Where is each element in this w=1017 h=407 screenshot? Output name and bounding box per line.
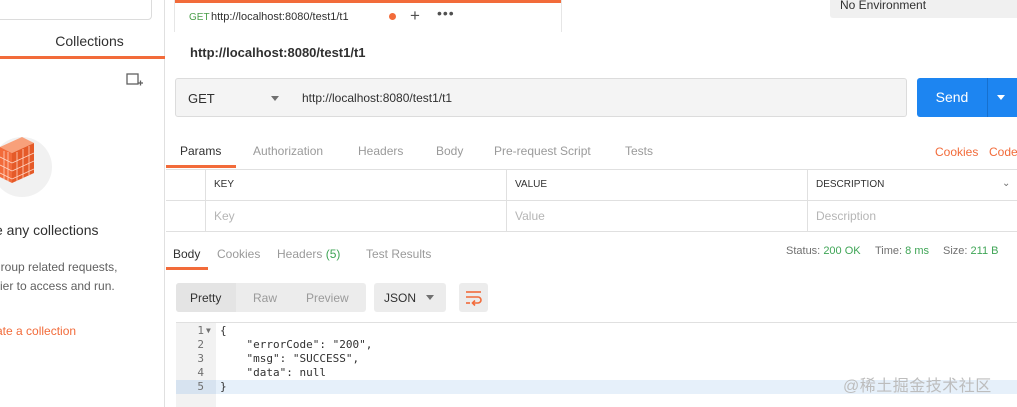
line-number: 5 [176,380,216,394]
status-value: 200 OK [823,245,861,257]
response-tab-headers[interactable]: Headers (5) [277,247,340,261]
response-size: Size: 211 B [943,245,998,257]
line-number: 1 [197,324,204,337]
tab-prerequest-script[interactable]: Pre-request Script [494,144,591,158]
tab-authorization[interactable]: Authorization [253,144,323,158]
chevron-down-icon [271,96,279,101]
empty-desc-line-2: sier to access and run. [0,279,115,293]
line-number: 2 [197,338,204,351]
params-key-header: KEY [206,170,507,201]
chevron-down-icon [997,95,1005,100]
empty-collections-illustration-icon [0,137,52,197]
chevron-down-icon [426,295,434,300]
status-label: Status: [786,245,821,257]
view-pretty-button[interactable]: Pretty [190,291,221,305]
tab-params-underline [166,165,236,168]
response-status: Status: 200 OK [786,245,861,257]
empty-desc-line-1: group related requests, [0,260,118,274]
code-text: } [220,380,227,393]
response-tab-test-results[interactable]: Test Results [366,247,431,261]
line-number: 3 [197,352,204,365]
code-text: "data": null [220,366,326,379]
view-mode-segment: Pretty Raw Preview [176,283,366,312]
params-key-input[interactable]: Key [206,201,507,232]
add-tab-button[interactable]: + [410,7,420,24]
response-headers-count: (5) [325,247,341,261]
params-check-header [166,170,206,201]
url-input[interactable] [291,78,907,117]
tab-headers[interactable]: Headers [358,144,403,158]
response-tab-cookies[interactable]: Cookies [217,247,260,261]
new-collection-icon[interactable] [126,72,144,88]
params-value-header: VALUE [507,170,808,201]
empty-collections-title: ve any collections [0,222,99,238]
request-tab-method: GET [189,12,210,23]
environment-select[interactable]: No Environment [830,0,1017,18]
view-raw-button[interactable]: Raw [253,291,277,305]
wrap-lines-icon [466,291,482,307]
unsaved-dot-icon[interactable] [389,13,396,20]
create-collection-link[interactable]: ate a collection [0,324,76,338]
wrap-lines-button[interactable] [459,283,488,312]
params-value-input[interactable]: Value [507,201,808,232]
more-tabs-button[interactable]: ••• [437,5,455,21]
response-tab-body-underline [166,267,208,270]
tab-params[interactable]: Params [180,144,221,158]
empty-collections-description: group related requests, sier to access a… [0,258,117,296]
code-text: { [220,324,227,337]
response-tab-headers-label: Headers [277,247,323,261]
code-link[interactable]: Code [989,145,1017,159]
response-time: Time: 8 ms [875,245,929,257]
code-line: 1 ▼ { [176,324,1017,338]
params-description-input[interactable]: Description [808,201,1008,232]
request-tab-url: http://localhost:8080/test1/t1 [211,11,349,23]
format-select-value: JSON [384,291,417,305]
request-tab-strip: GET http://localhost:8080/test1/t1 + •••… [166,0,1017,36]
format-select[interactable]: JSON [374,283,446,312]
size-value: 211 B [970,245,999,257]
sidebar-search-input[interactable] [0,0,152,20]
params-empty-row: Key Value Description [166,201,1017,232]
code-text: "errorCode": "200", [220,338,373,351]
watermark: @稀土掘金技术社区 [843,378,992,395]
code-text: "msg": "SUCCESS", [220,352,360,365]
request-tab[interactable]: GET http://localhost:8080/test1/t1 + ••• [174,0,562,32]
response-tab-body[interactable]: Body [173,247,200,261]
chevron-down-icon[interactable]: ⌄ [1002,178,1010,189]
code-line: 3 "msg": "SUCCESS", [176,352,1017,366]
method-select[interactable]: GET [175,78,292,117]
params-table: KEY VALUE DESCRIPTION ⌄ Key Value Descri… [166,169,1017,232]
method-select-value: GET [188,91,215,106]
fold-caret-icon[interactable]: ▼ [206,324,211,338]
tab-body[interactable]: Body [436,144,463,158]
line-number: 4 [197,366,204,379]
send-options-button[interactable] [987,78,1017,117]
view-preview-button[interactable]: Preview [306,291,349,305]
time-label: Time: [875,245,903,257]
tab-tests[interactable]: Tests [625,144,653,158]
time-value: 8 ms [905,245,929,257]
cookies-link[interactable]: Cookies [935,145,978,159]
active-tab-indicator [175,0,561,3]
request-config-tabs: Params Authorization Headers Body Pre-re… [166,136,1017,168]
send-button[interactable]: Send [917,78,987,117]
size-label: Size: [943,245,968,257]
tab-collections-underline [0,56,165,59]
params-description-header: DESCRIPTION [816,179,885,190]
sidebar: Collections ve any collections group rel… [0,0,165,407]
params-row-checkbox[interactable] [166,201,206,232]
params-header-row: KEY VALUE DESCRIPTION ⌄ [166,170,1017,201]
request-title: http://localhost:8080/test1/t1 [190,45,366,60]
code-line: 2 "errorCode": "200", [176,338,1017,352]
